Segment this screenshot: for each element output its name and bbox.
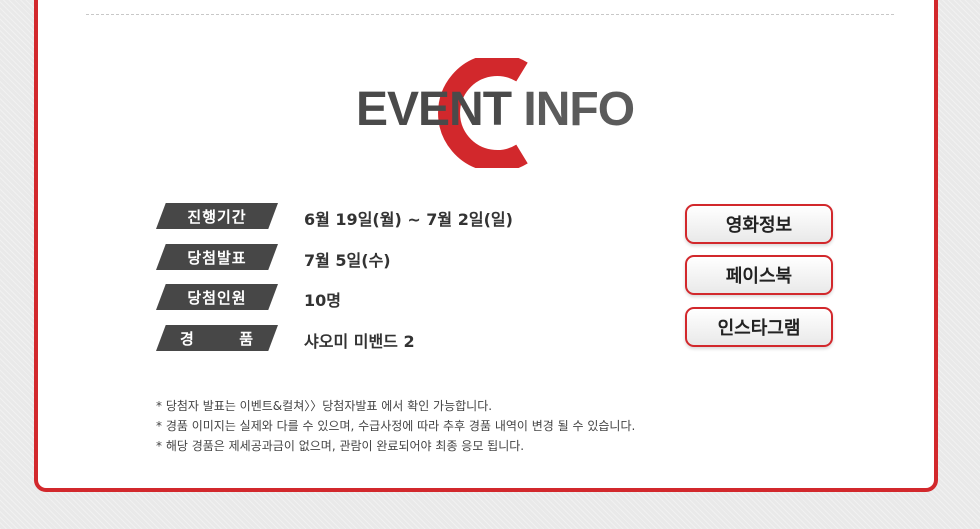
movie-info-button[interactable]: 영화정보 [685, 204, 833, 244]
instagram-button[interactable]: 인스타그램 [685, 307, 833, 347]
note-item: * 해당 경품은 제세공과금이 없으며, 관람이 완료되어야 최종 응모 됩니다… [156, 439, 525, 453]
logo-text: EVENT INFO [356, 83, 635, 136]
announcement-label: 당첨발표 [156, 244, 278, 270]
event-info-logo: EVENT INFO [352, 58, 635, 168]
logo-word-info: INFO [523, 83, 635, 136]
announcement-value: 7월 5일(수) [304, 251, 391, 270]
winners-value: 10명 [304, 291, 341, 310]
period-value: 6월 19일(월) ~ 7월 2일(일) [304, 210, 513, 229]
prize-value: 샤오미 미밴드 2 [304, 332, 415, 351]
facebook-button[interactable]: 페이스북 [685, 255, 833, 295]
logo-word-event: EVENT [356, 83, 512, 136]
note-item: * 당첨자 발표는 이벤트&컬쳐〉〉당첨자발표 에서 확인 가능합니다. [156, 399, 493, 413]
prize-label-left: 경 [180, 329, 195, 348]
period-label: 진행기간 [156, 203, 278, 229]
winners-label: 당첨인원 [156, 284, 278, 310]
prize-label-right: 품 [239, 329, 254, 348]
dashed-divider [86, 14, 894, 15]
prize-label: 경 품 [156, 325, 278, 351]
notes-list: * 당첨자 발표는 이벤트&컬쳐〉〉당첨자발표 에서 확인 가능합니다. * 경… [156, 396, 635, 456]
note-item: * 경품 이미지는 실제와 다를 수 있으며, 수급사정에 따라 추후 경품 내… [156, 419, 636, 433]
